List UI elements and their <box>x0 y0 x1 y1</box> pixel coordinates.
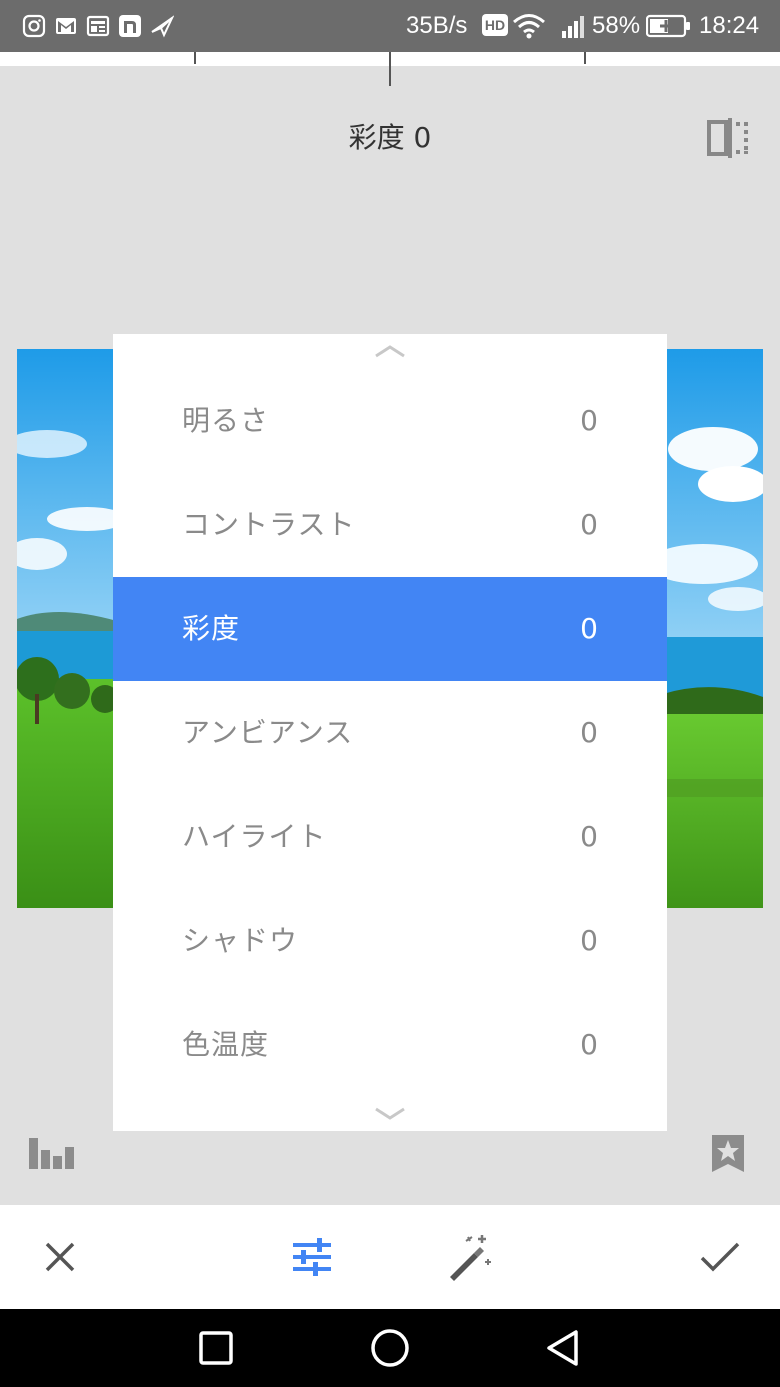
menu-item-value: 0 <box>580 1028 598 1061</box>
close-icon <box>45 1242 75 1272</box>
slider-tick <box>584 52 586 64</box>
menu-item-label: ハイライト <box>182 820 327 853</box>
hd-badge: HD <box>482 14 508 36</box>
status-bar: 35B/s HD 58% 18:24 <box>0 0 780 52</box>
slider-center-marker <box>389 52 391 86</box>
clock: 18:24 <box>699 12 760 39</box>
adjust-menu: 明るさ 0 コントラスト 0 彩度 0 アンビアンス 0 ハイライト 0 シャド… <box>113 334 667 1131</box>
check-icon <box>700 1242 740 1272</box>
battery-percent: 58% <box>592 12 641 39</box>
menu-item-value: 0 <box>580 508 598 541</box>
apply-button[interactable] <box>680 1205 760 1309</box>
menu-item-brightness[interactable]: 明るさ 0 <box>113 369 667 473</box>
menu-item-value: 0 <box>580 612 598 645</box>
chevron-down-icon[interactable] <box>372 1106 408 1122</box>
menu-item-shadows[interactable]: シャドウ 0 <box>113 889 667 993</box>
histogram-icon[interactable] <box>28 1136 76 1170</box>
menu-item-label: 彩度 <box>182 612 241 645</box>
slider-tick <box>194 52 196 64</box>
signal-icon <box>562 16 584 38</box>
menu-item-value: 0 <box>580 924 598 957</box>
photo-preview-left <box>17 349 117 908</box>
system-nav-bar <box>0 1309 780 1387</box>
net-speed: 35B/s <box>406 12 468 39</box>
menu-item-label: シャドウ <box>182 924 299 957</box>
triangle-back-icon[interactable] <box>544 1328 584 1368</box>
menu-item-label: 色温度 <box>182 1028 270 1061</box>
tune-sliders-icon <box>293 1238 331 1276</box>
tools-tab-button[interactable] <box>272 1205 352 1309</box>
menu-item-highlights[interactable]: ハイライト 0 <box>113 785 667 889</box>
wifi-icon <box>513 14 545 39</box>
circle-icon[interactable] <box>370 1328 410 1368</box>
chevron-up-icon[interactable] <box>372 343 408 359</box>
menu-item-warmth[interactable]: 色温度 0 <box>113 993 667 1097</box>
menu-item-saturation[interactable]: 彩度 0 <box>113 577 667 681</box>
menu-item-label: コントラスト <box>182 508 356 541</box>
menu-item-value: 0 <box>580 820 598 853</box>
send-icon <box>151 15 174 38</box>
menu-item-label: 明るさ <box>182 404 270 437</box>
menu-item-value: 0 <box>580 404 598 437</box>
news-icon <box>86 15 110 37</box>
battery-charging-icon <box>646 14 690 38</box>
bottom-action-bar <box>0 1205 780 1309</box>
magic-wand-icon <box>450 1235 491 1281</box>
menu-item-value: 0 <box>580 716 598 749</box>
square-icon[interactable] <box>196 1328 236 1368</box>
notes-icon <box>119 15 141 37</box>
menu-item-label: アンビアンス <box>182 716 354 749</box>
photo-preview-right <box>663 349 763 908</box>
gmail-icon <box>56 18 76 34</box>
menu-item-contrast[interactable]: コントラスト 0 <box>113 473 667 577</box>
instagram-icon <box>22 14 46 38</box>
star-bookmark-icon[interactable] <box>711 1133 745 1173</box>
auto-adjust-button[interactable] <box>428 1205 508 1309</box>
adjustment-title: 彩度 0 <box>348 121 432 154</box>
menu-item-ambiance[interactable]: アンビアンス 0 <box>113 681 667 785</box>
cancel-button[interactable] <box>20 1205 100 1309</box>
compare-split-icon[interactable] <box>706 118 750 158</box>
